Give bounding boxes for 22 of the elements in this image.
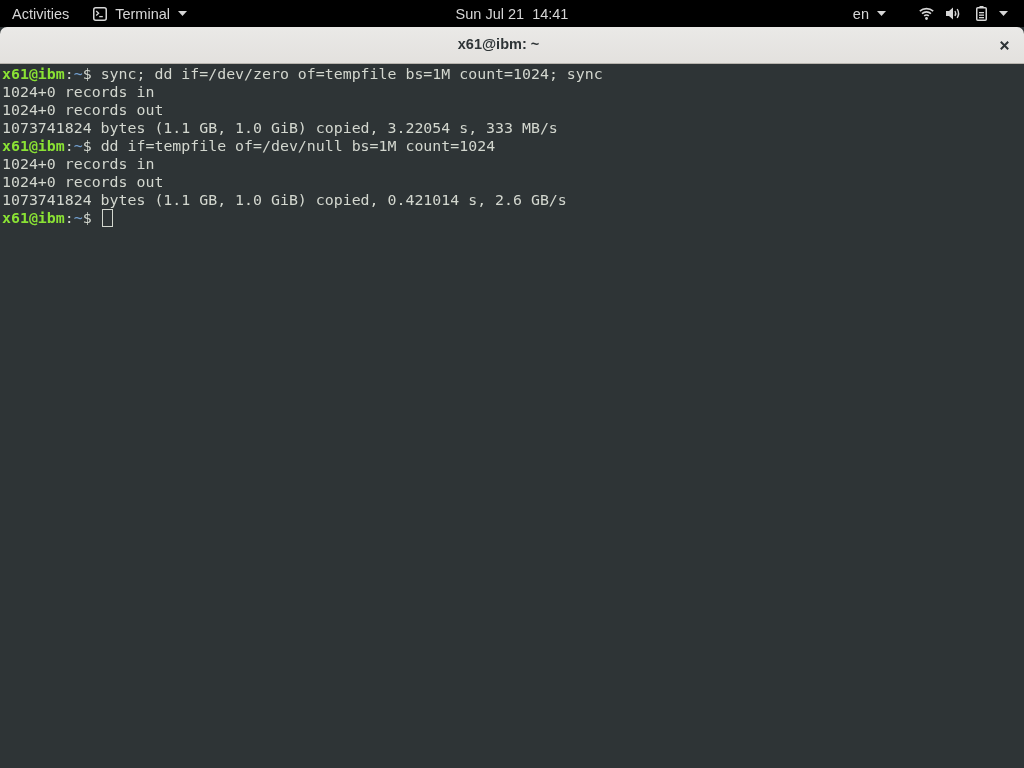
command-line: x61@ibm:~$ sync; dd if=/dev/zero of=tempfile bs=1M count=1024; sync: [2, 65, 603, 83]
wifi-icon[interactable]: [919, 7, 934, 20]
output-line: 1024+0 records in: [2, 155, 155, 173]
activities-button[interactable]: Activities: [8, 4, 70, 23]
window-title: x61@ibm: ~: [457, 35, 540, 55]
keyboard-layout-button[interactable]: en: [852, 4, 886, 23]
app-menu-button[interactable]: Terminal: [93, 4, 187, 23]
caret-icon: [877, 11, 886, 16]
output-line: 1024+0 records out: [2, 173, 164, 191]
command-line: x61@ibm:~$ dd if=tempfile of=/dev/null bs=1M count=1024: [2, 137, 496, 155]
terminal-icon: [93, 6, 108, 21]
output-line: 1024+0 records out: [2, 101, 164, 119]
prompt-text: x61@ibm:~$: [2, 209, 92, 227]
output-line: 1024+0 records in: [2, 83, 155, 101]
clock-button[interactable]: Sun Jul 21 14:41: [455, 4, 569, 23]
volume-icon[interactable]: [946, 7, 961, 20]
close-icon: [1000, 40, 1009, 50]
output-line: 1073741824 bytes (1.1 GB, 1.0 GiB) copied, 3.22054 s, 333 MB/s: [2, 119, 558, 137]
battery-icon[interactable]: [976, 6, 987, 21]
caret-icon: [178, 11, 187, 16]
output-line: 1073741824 bytes (1.1 GB, 1.0 GiB) copied, 0.421014 s, 2.6 GB/s: [2, 191, 567, 209]
system-menu-caret-icon[interactable]: [999, 11, 1008, 16]
